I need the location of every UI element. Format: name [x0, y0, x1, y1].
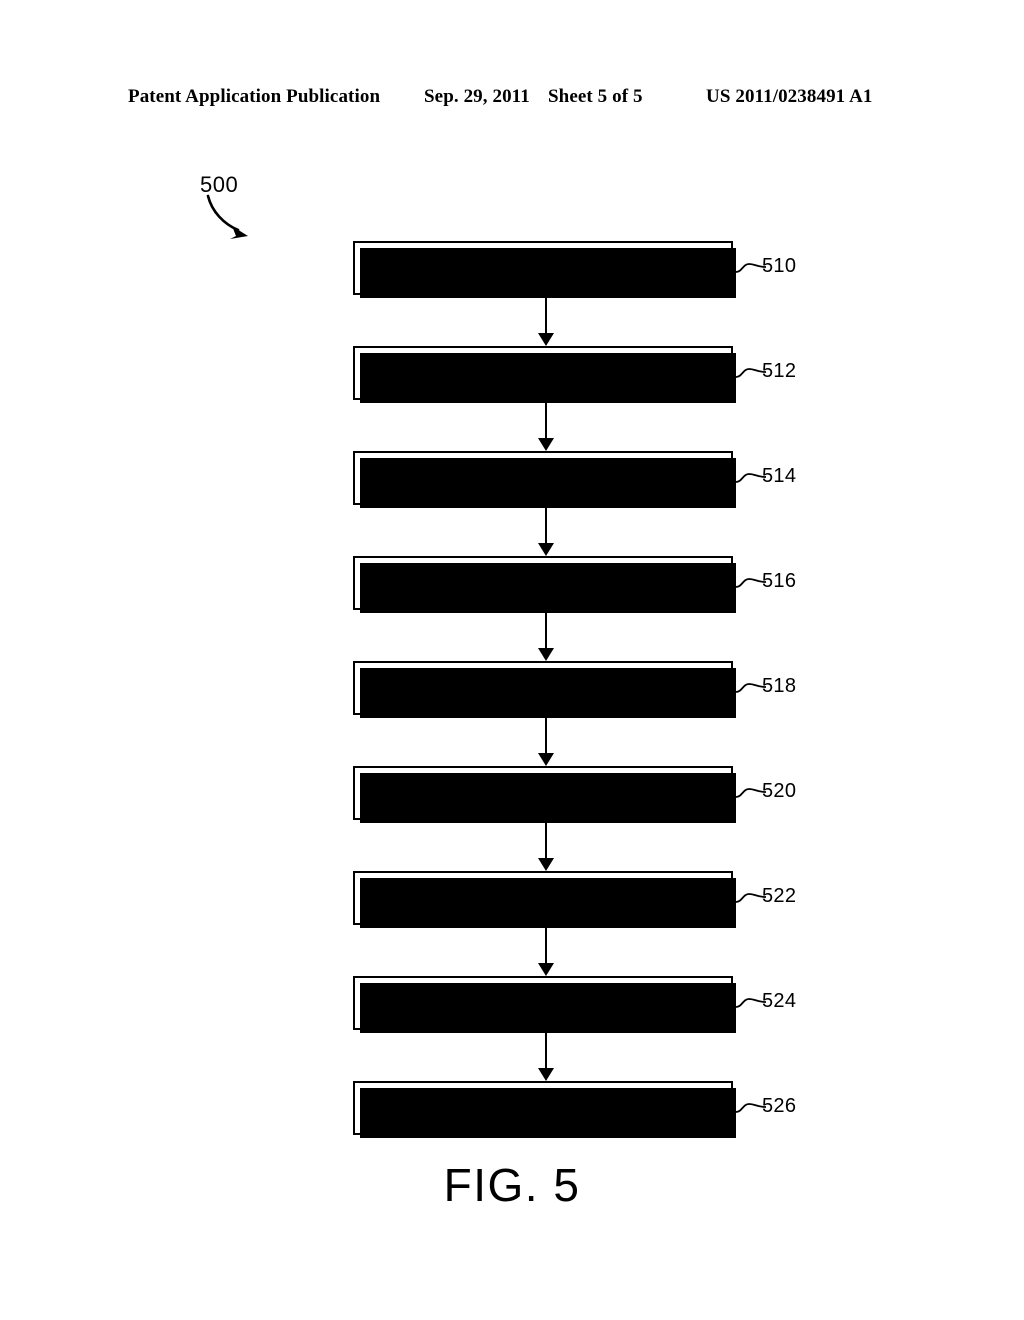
- process-box-522: SELECT A SET OF KEYWORD EXPANSIONS: [353, 871, 736, 928]
- process-box-label: ASSIGN A NUMERICAL VALUE TO THE KEYWORD …: [382, 772, 704, 813]
- connector-line: [545, 505, 547, 544]
- flowchart-500: RECEIVE A REQUEST FOR ADVERTISEMENTS 510 P…: [0, 0, 1024, 1320]
- figure-caption: FIG. 5: [443, 1159, 581, 1211]
- reference-numeral-518: 518: [762, 675, 797, 697]
- flow-connector-arrow: [537, 820, 555, 871]
- process-box-518: DETERMINE FEATURE DATA FOR THE KEYWORD E…: [353, 661, 736, 718]
- process-box-510: RECEIVE A REQUEST FOR ADVERTISEMENTS: [353, 241, 736, 298]
- reference-numeral-510: 510: [762, 255, 797, 277]
- process-box-label: COMMUNICATE THE ORIGINAL CONTEXT TO AN E…: [368, 457, 718, 498]
- reference-numeral-514: 514: [762, 465, 797, 487]
- arrowhead-icon: [538, 963, 554, 976]
- arrowhead-icon: [538, 1068, 554, 1081]
- process-box-516: RECEIVE A KEYWORD EXPANSION(S): [353, 556, 736, 613]
- process-box-label: PERFORM AN OPERATION ON THE ORIGINAL CON…: [395, 352, 691, 393]
- process-box-label: SELECT A SET OF KEYWORD EXPANSIONS: [419, 877, 667, 918]
- connector-line: [545, 820, 547, 859]
- reference-numeral-520: 520: [762, 780, 797, 802]
- flow-connector-arrow: [537, 1030, 555, 1081]
- flow-connector-arrow: [537, 295, 555, 346]
- process-box-label: COMMUNICATE THE ADVERTISEMENT(S) FOR PRE…: [368, 1087, 718, 1128]
- reference-numeral-522: 522: [762, 885, 797, 907]
- connector-line: [545, 295, 547, 334]
- arrowhead-icon: [538, 753, 554, 766]
- flow-connector-arrow: [537, 715, 555, 766]
- process-box-512: PERFORM AN OPERATION ON THE ORIGINAL CON…: [353, 346, 736, 403]
- reference-numeral-516: 516: [762, 570, 797, 592]
- process-box-526: COMMUNICATE THE ADVERTISEMENT(S) FOR PRE…: [353, 1081, 736, 1138]
- reference-numeral-512: 512: [762, 360, 797, 382]
- process-box-label: RECEIVE A REQUEST FOR ADVERTISEMENTS: [430, 247, 656, 288]
- flow-connector-arrow: [537, 505, 555, 556]
- arrowhead-icon: [538, 858, 554, 871]
- reference-numeral-526: 526: [762, 1095, 797, 1117]
- connector-line: [545, 1030, 547, 1069]
- process-box-label: DETERMINE FEATURE DATA FOR THE KEYWORD E…: [382, 667, 704, 708]
- flow-connector-arrow: [537, 610, 555, 661]
- process-box-label: RECEIVE A KEYWORD EXPANSION(S): [383, 572, 703, 593]
- arrowhead-icon: [538, 543, 554, 556]
- process-box-520: ASSIGN A NUMERICAL VALUE TO THE KEYWORD …: [353, 766, 736, 823]
- connector-line: [545, 400, 547, 439]
- reference-numeral-524: 524: [762, 990, 797, 1012]
- arrowhead-icon: [538, 648, 554, 661]
- connector-line: [545, 925, 547, 964]
- flow-connector-arrow: [537, 925, 555, 976]
- process-box-524: SELECT AN ADVERTISEMENT(S): [353, 976, 736, 1033]
- process-box-514: COMMUNICATE THE ORIGINAL CONTEXT TO AN E…: [353, 451, 736, 508]
- arrowhead-icon: [538, 438, 554, 451]
- process-box-label: SELECT AN ADVERTISEMENT(S): [405, 992, 681, 1013]
- arrowhead-icon: [538, 333, 554, 346]
- connector-line: [545, 715, 547, 754]
- connector-line: [545, 610, 547, 649]
- flow-connector-arrow: [537, 400, 555, 451]
